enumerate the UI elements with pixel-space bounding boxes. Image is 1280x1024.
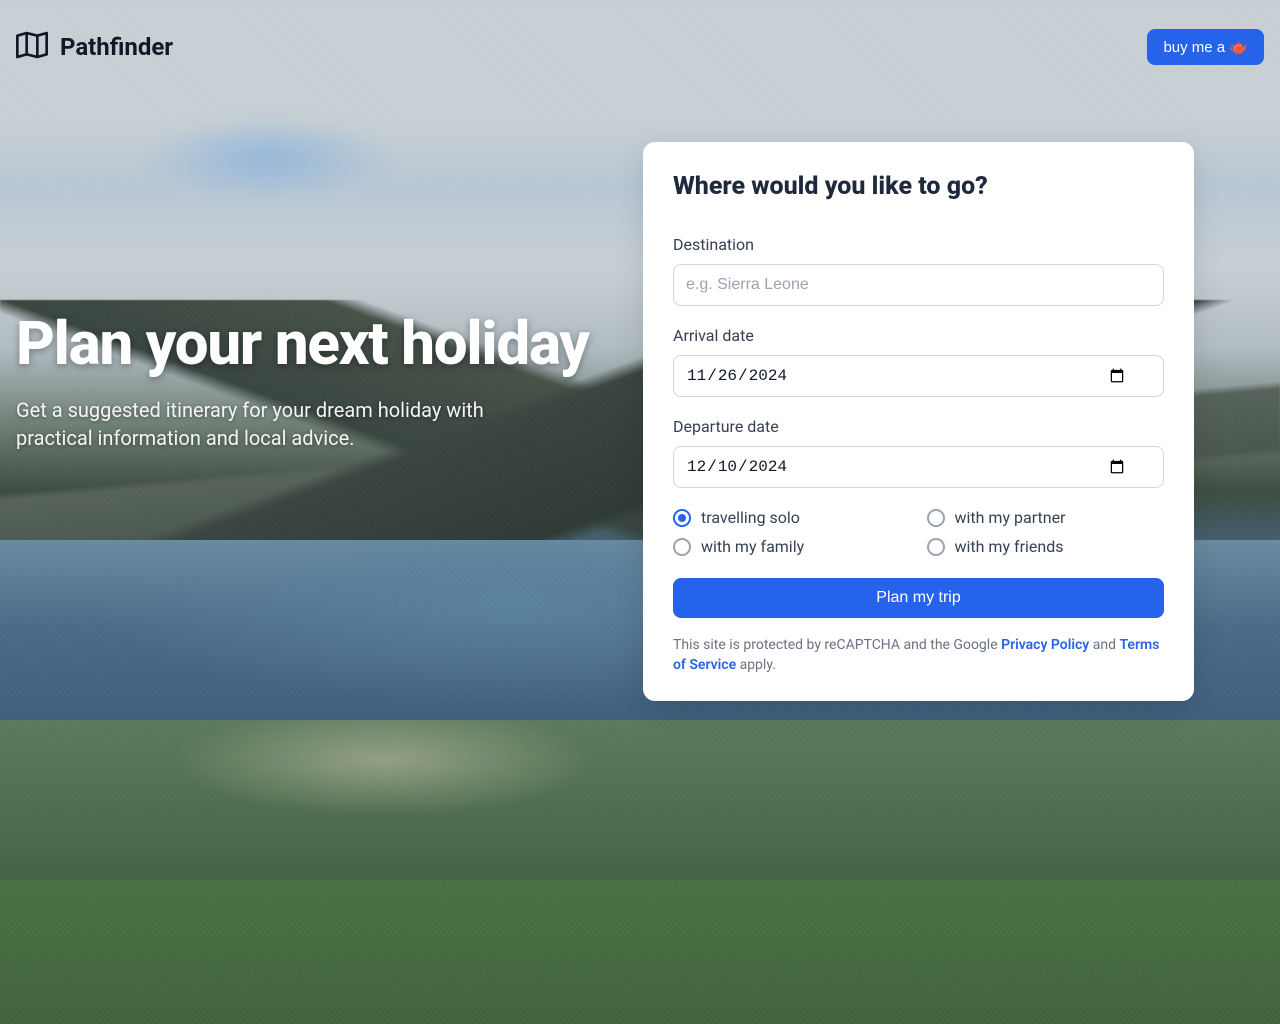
map-icon	[16, 29, 48, 65]
legal-prefix: This site is protected by reCAPTCHA and …	[673, 637, 1001, 653]
radio-family-label: with my family	[701, 537, 804, 556]
departure-field: Departure date	[673, 417, 1164, 488]
header: Pathfinder buy me a 🫖	[0, 0, 1280, 94]
hero-subtitle: Get a suggested itinerary for your dream…	[16, 396, 556, 452]
radio-partner-label: with my partner	[955, 508, 1066, 527]
arrival-field: Arrival date	[673, 326, 1164, 397]
destination-label: Destination	[673, 235, 1164, 254]
legal-text: This site is protected by reCAPTCHA and …	[673, 636, 1164, 675]
brand[interactable]: Pathfinder	[16, 29, 173, 65]
departure-label: Departure date	[673, 417, 1164, 436]
radio-family-input[interactable]	[673, 538, 691, 556]
buy-me-a-coffee-button[interactable]: buy me a 🫖	[1147, 29, 1264, 65]
bg-foreground	[0, 880, 1280, 1024]
trip-form-card: Where would you like to go? Destination …	[643, 142, 1194, 701]
radio-solo[interactable]: travelling solo	[673, 508, 911, 527]
brand-name: Pathfinder	[60, 33, 173, 61]
radio-friends-input[interactable]	[927, 538, 945, 556]
arrival-label: Arrival date	[673, 326, 1164, 345]
bg-sky	[140, 110, 460, 230]
destination-input[interactable]	[673, 264, 1164, 306]
departure-date-input[interactable]	[673, 446, 1164, 488]
legal-mid: and	[1089, 637, 1119, 653]
hero-title: Plan your next holiday	[16, 314, 616, 374]
privacy-policy-link[interactable]: Privacy Policy	[1001, 637, 1089, 653]
radio-friends-label: with my friends	[955, 537, 1064, 556]
radio-family[interactable]: with my family	[673, 537, 911, 556]
radio-partner-input[interactable]	[927, 509, 945, 527]
arrival-date-input[interactable]	[673, 355, 1164, 397]
travel-type-radios: travelling solo with my partner with my …	[673, 508, 1164, 556]
legal-suffix: apply.	[736, 657, 776, 673]
radio-solo-input[interactable]	[673, 509, 691, 527]
radio-partner[interactable]: with my partner	[927, 508, 1165, 527]
hero: Plan your next holiday Get a suggested i…	[16, 314, 616, 452]
destination-field: Destination	[673, 235, 1164, 306]
radio-solo-label: travelling solo	[701, 508, 800, 527]
form-heading: Where would you like to go?	[673, 172, 1164, 201]
radio-friends[interactable]: with my friends	[927, 537, 1165, 556]
plan-trip-button[interactable]: Plan my trip	[673, 578, 1164, 618]
